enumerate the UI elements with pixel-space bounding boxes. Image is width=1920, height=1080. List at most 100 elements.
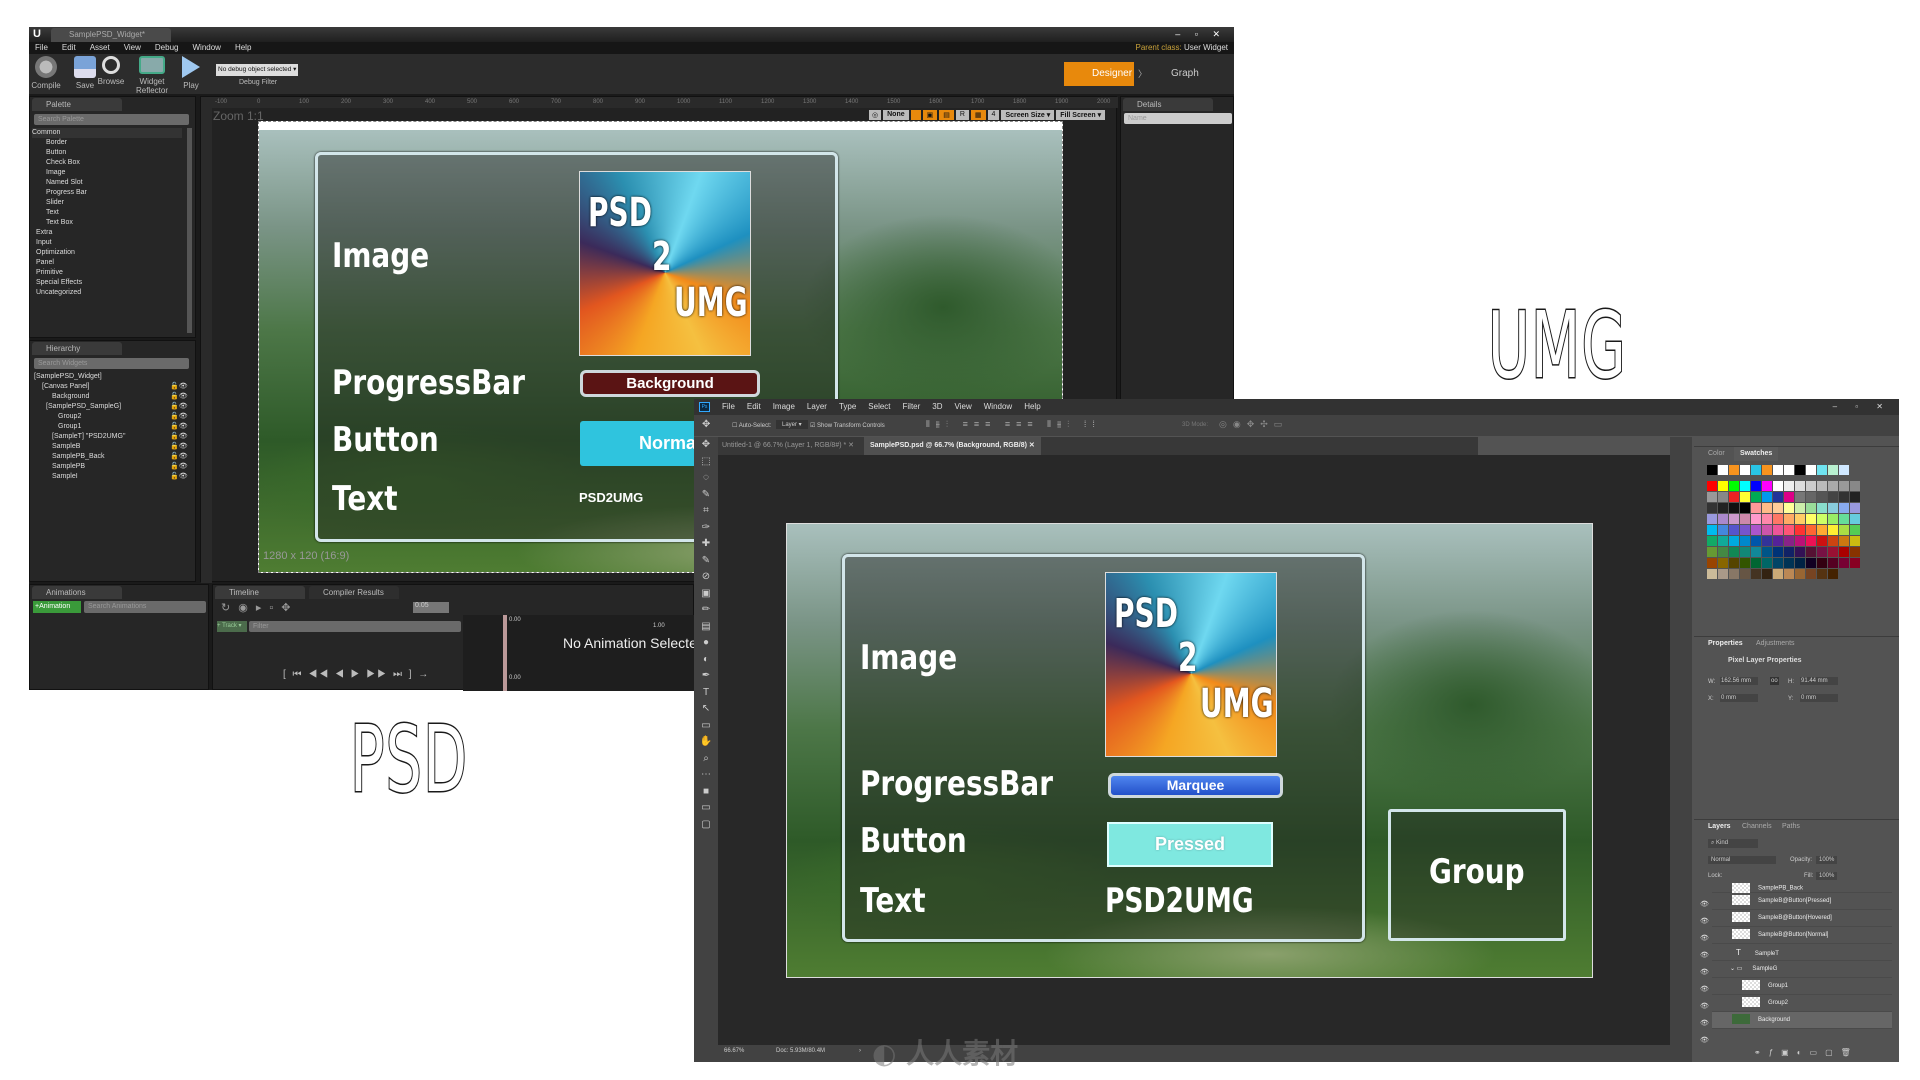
hierarchy-item[interactable]: [Canvas Panel] bbox=[34, 382, 192, 392]
palette-search-input[interactable]: Search Palette bbox=[34, 114, 189, 125]
swatch[interactable] bbox=[1718, 503, 1728, 513]
ps-menu-filter[interactable]: Filter bbox=[903, 399, 921, 415]
swatch[interactable] bbox=[1817, 465, 1827, 475]
swatch[interactable] bbox=[1784, 547, 1794, 557]
swatch[interactable] bbox=[1773, 569, 1783, 579]
ps-menu-edit[interactable]: Edit bbox=[747, 399, 761, 415]
swatch[interactable] bbox=[1817, 503, 1827, 513]
swatch[interactable] bbox=[1729, 547, 1739, 557]
ps-menu-image[interactable]: Image bbox=[773, 399, 795, 415]
grid-size[interactable]: 4 bbox=[987, 110, 1000, 120]
layer-row[interactable]: SamplePB_Back bbox=[1712, 883, 1892, 893]
swatch[interactable] bbox=[1839, 465, 1849, 475]
hierarchy-item[interactable]: Group2 bbox=[34, 412, 192, 422]
palette-item[interactable]: Text bbox=[32, 208, 182, 218]
details-name-input[interactable]: Name bbox=[1124, 113, 1232, 124]
layer-row[interactable]: T SampleT bbox=[1712, 944, 1892, 961]
swatch[interactable] bbox=[1806, 481, 1816, 491]
swatch[interactable] bbox=[1828, 492, 1838, 502]
opacity-input[interactable]: 100% bbox=[1816, 856, 1838, 864]
swatch[interactable] bbox=[1762, 492, 1772, 502]
swatch[interactable] bbox=[1795, 481, 1805, 491]
ps-menu-window[interactable]: Window bbox=[984, 399, 1012, 415]
swatch[interactable] bbox=[1850, 514, 1860, 524]
animations-search-input[interactable]: Search Animations bbox=[84, 601, 206, 613]
layer-row[interactable]: ⌄ ▭ SampleG bbox=[1712, 961, 1892, 978]
swatch[interactable] bbox=[1806, 569, 1816, 579]
palette-scrollbar[interactable] bbox=[187, 128, 192, 333]
swatch[interactable] bbox=[1828, 547, 1838, 557]
snap-button[interactable] bbox=[910, 110, 921, 120]
y-input[interactable]: 0 mm bbox=[1800, 694, 1838, 702]
swatch[interactable] bbox=[1707, 481, 1717, 491]
swatch[interactable] bbox=[1784, 503, 1794, 513]
hierarchy-tab[interactable]: Hierarchy bbox=[32, 342, 122, 355]
playhead[interactable] bbox=[503, 615, 507, 691]
widget-reflector-button[interactable]: Widget Reflector bbox=[127, 56, 177, 95]
width-input[interactable]: 162.56 mm bbox=[1720, 677, 1758, 685]
timeline-tab[interactable]: Timeline bbox=[215, 586, 305, 599]
swatch[interactable] bbox=[1718, 492, 1728, 502]
swatch[interactable] bbox=[1817, 525, 1827, 535]
window-controls[interactable]: – ▫ ✕ bbox=[1175, 29, 1226, 40]
swatch[interactable] bbox=[1740, 525, 1750, 535]
swatches-tab[interactable]: Swatches bbox=[1734, 447, 1779, 461]
ps-collapsed-panels[interactable] bbox=[1670, 437, 1692, 1062]
swatch[interactable] bbox=[1751, 558, 1761, 568]
swatch[interactable] bbox=[1751, 514, 1761, 524]
swatch[interactable] bbox=[1729, 465, 1739, 475]
properties-tab[interactable]: Properties bbox=[1702, 637, 1749, 651]
menu-edit[interactable]: Edit bbox=[62, 42, 76, 54]
menu-debug[interactable]: Debug bbox=[155, 42, 179, 54]
swatch[interactable] bbox=[1751, 481, 1761, 491]
swatch[interactable] bbox=[1718, 514, 1728, 524]
play-button[interactable]: Play bbox=[179, 56, 203, 90]
swatch[interactable] bbox=[1729, 569, 1739, 579]
swatch[interactable] bbox=[1828, 514, 1838, 524]
blend-mode-dropdown[interactable]: Normal bbox=[1708, 856, 1776, 864]
palette-item[interactable]: Named Slot bbox=[32, 178, 182, 188]
swatch[interactable] bbox=[1806, 514, 1816, 524]
swatch[interactable] bbox=[1773, 492, 1783, 502]
hierarchy-item[interactable]: Background bbox=[34, 392, 192, 402]
layer-row[interactable]: Group1 bbox=[1712, 978, 1892, 995]
swatch[interactable] bbox=[1850, 481, 1860, 491]
swatch[interactable] bbox=[1806, 558, 1816, 568]
palette-category[interactable]: Special Effects bbox=[32, 278, 182, 288]
hierarchy-item[interactable]: SampleI bbox=[34, 472, 192, 482]
ps-menu-3d[interactable]: 3D bbox=[932, 399, 942, 415]
swatch[interactable] bbox=[1718, 558, 1728, 568]
swatch[interactable] bbox=[1718, 547, 1728, 557]
swatch[interactable] bbox=[1817, 569, 1827, 579]
doc-tab-untitled[interactable]: Untitled-1 @ 66.7% (Layer 1, RGB/8#) * ✕ bbox=[722, 441, 854, 449]
swatch[interactable] bbox=[1751, 525, 1761, 535]
grid-snap-icon[interactable]: ▤ bbox=[939, 110, 954, 120]
swatch[interactable] bbox=[1773, 514, 1783, 524]
swatch[interactable] bbox=[1795, 503, 1805, 513]
swatch[interactable] bbox=[1729, 536, 1739, 546]
swatch[interactable] bbox=[1795, 536, 1805, 546]
menu-help[interactable]: Help bbox=[235, 42, 251, 54]
swatch[interactable] bbox=[1762, 536, 1772, 546]
swatch[interactable] bbox=[1751, 547, 1761, 557]
menu-file[interactable]: File bbox=[35, 42, 48, 54]
hierarchy-item[interactable]: [SamplePSD_SampleG] bbox=[34, 402, 192, 412]
palette-category[interactable]: Primitive bbox=[32, 268, 182, 278]
palette-item[interactable]: Border bbox=[32, 138, 182, 148]
swatch[interactable] bbox=[1718, 481, 1728, 491]
timeline-track-area[interactable]: 0.00 0.00 1.00 No Animation Selected bbox=[463, 615, 705, 691]
swatch[interactable] bbox=[1850, 536, 1860, 546]
timeline-toolbar-icons[interactable]: ↻◉▸▫✥ bbox=[221, 601, 298, 614]
swatch[interactable] bbox=[1850, 558, 1860, 568]
add-animation-button[interactable]: +Animation bbox=[33, 601, 81, 613]
swatch[interactable] bbox=[1784, 569, 1794, 579]
swatch[interactable] bbox=[1850, 525, 1860, 535]
layer-row[interactable]: Group2 bbox=[1712, 995, 1892, 1012]
swatch[interactable] bbox=[1729, 525, 1739, 535]
swatch[interactable] bbox=[1773, 547, 1783, 557]
swatch[interactable] bbox=[1828, 503, 1838, 513]
channels-tab[interactable]: Channels bbox=[1736, 820, 1778, 834]
palette-item[interactable]: Text Box bbox=[32, 218, 182, 228]
swatch[interactable] bbox=[1817, 514, 1827, 524]
swatch[interactable] bbox=[1740, 569, 1750, 579]
